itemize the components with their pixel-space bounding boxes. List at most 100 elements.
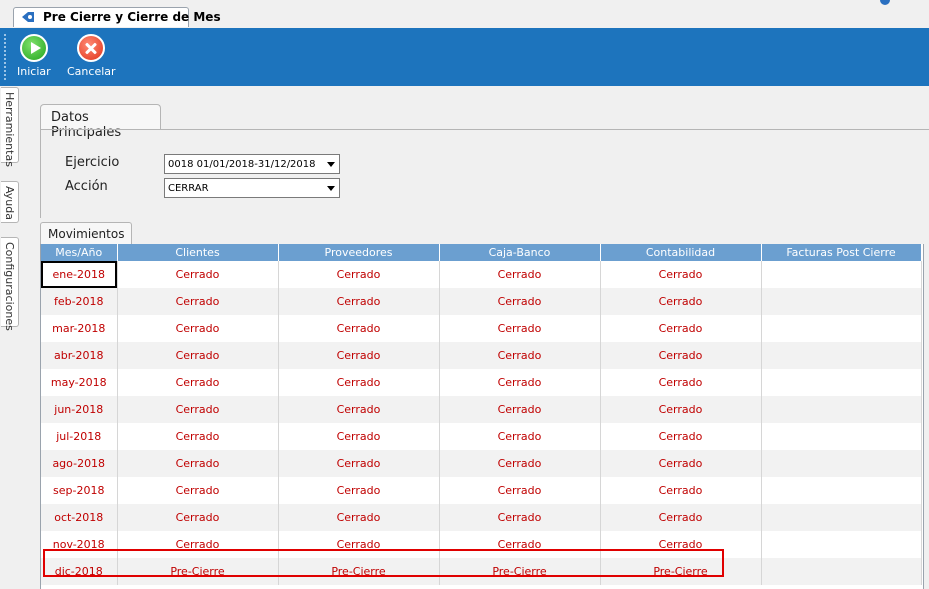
status-cell[interactable]	[761, 288, 922, 315]
status-cell[interactable]	[761, 423, 922, 450]
status-cell[interactable]: Cerrado	[117, 504, 279, 531]
accion-select[interactable]: CERRAR	[164, 178, 340, 198]
status-cell[interactable]: Cerrado	[439, 261, 601, 288]
tab-datos-principales[interactable]: Datos Principales	[40, 104, 161, 140]
table-row[interactable]: dic-2018 Pre-Cierre Pre-Cierre Pre-Cierre Pr…	[41, 558, 922, 585]
tab-movimientos[interactable]: Movimientos	[40, 222, 132, 244]
status-cell[interactable]: Cerrado	[439, 477, 601, 504]
status-cell[interactable]: Cerrado	[439, 450, 601, 477]
status-cell[interactable]: Cerrado	[117, 315, 279, 342]
table-row[interactable]: abr-2018 Cerrado Cerrado Cerrado Cerrado	[41, 342, 922, 369]
column-header[interactable]: Proveedores	[278, 244, 440, 261]
status-cell[interactable]: Cerrado	[117, 396, 279, 423]
document-tab[interactable]: Pre Cierre y Cierre de Mes	[13, 7, 221, 27]
status-cell[interactable]: Cerrado	[117, 288, 279, 315]
status-cell[interactable]	[761, 315, 922, 342]
side-tab-ayuda[interactable]: Ayuda	[1, 181, 19, 223]
month-cell[interactable]: sep-2018	[41, 477, 118, 504]
side-tab-configuraciones[interactable]: Configuraciones	[1, 237, 19, 331]
table-row[interactable]: jul-2018 Cerrado Cerrado Cerrado Cerrado	[41, 423, 922, 450]
status-cell[interactable]: Cerrado	[439, 423, 601, 450]
month-cell[interactable]: oct-2018	[41, 504, 118, 531]
table-row[interactable]: ene-2018 Cerrado Cerrado Cerrado Cerrado	[41, 261, 922, 288]
status-cell[interactable]: Cerrado	[600, 261, 762, 288]
status-cell[interactable]: Cerrado	[600, 288, 762, 315]
status-cell[interactable]: Cerrado	[439, 396, 601, 423]
status-cell[interactable]	[761, 477, 922, 504]
status-cell[interactable]: Cerrado	[439, 342, 601, 369]
status-cell[interactable]: Cerrado	[439, 531, 601, 558]
status-cell[interactable]: Cerrado	[439, 504, 601, 531]
status-cell[interactable]	[761, 369, 922, 396]
status-cell[interactable]: Cerrado	[117, 531, 279, 558]
status-cell[interactable]	[761, 531, 922, 558]
status-cell[interactable]: Cerrado	[117, 450, 279, 477]
column-header[interactable]: Mes/Año	[41, 244, 118, 261]
status-cell[interactable]: Pre-Cierre	[600, 558, 762, 585]
month-cell[interactable]: jun-2018	[41, 396, 118, 423]
start-button[interactable]: Iniciar	[17, 34, 51, 78]
status-cell[interactable]: Cerrado	[117, 423, 279, 450]
status-cell[interactable]: Cerrado	[600, 477, 762, 504]
status-cell[interactable]: Cerrado	[278, 477, 440, 504]
table-row[interactable]: feb-2018 Cerrado Cerrado Cerrado Cerrado	[41, 288, 922, 315]
status-cell[interactable]: Cerrado	[600, 504, 762, 531]
status-cell[interactable]: Cerrado	[439, 288, 601, 315]
column-header[interactable]: Caja-Banco	[439, 244, 601, 261]
month-cell[interactable]: may-2018	[41, 369, 118, 396]
status-cell[interactable]: Cerrado	[278, 342, 440, 369]
status-cell[interactable]: Cerrado	[439, 369, 601, 396]
status-cell[interactable]: Cerrado	[278, 450, 440, 477]
status-cell[interactable]: Pre-Cierre	[439, 558, 601, 585]
table-row[interactable]: may-2018 Cerrado Cerrado Cerrado Cerrado	[41, 369, 922, 396]
status-cell[interactable]: Cerrado	[600, 423, 762, 450]
table-row[interactable]: jun-2018 Cerrado Cerrado Cerrado Cerrado	[41, 396, 922, 423]
status-cell[interactable]: Cerrado	[278, 423, 440, 450]
status-cell[interactable]: Cerrado	[600, 315, 762, 342]
side-tab-herramientas[interactable]: Herramientas	[1, 87, 19, 167]
status-cell[interactable]: Cerrado	[117, 369, 279, 396]
table-row[interactable]: ago-2018 Cerrado Cerrado Cerrado Cerrado	[41, 450, 922, 477]
status-cell[interactable]	[761, 504, 922, 531]
ejercicio-select[interactable]: 0018 01/01/2018-31/12/2018	[164, 154, 340, 174]
month-cell[interactable]: mar-2018	[41, 315, 118, 342]
month-cell[interactable]: jul-2018	[41, 423, 118, 450]
month-cell[interactable]: abr-2018	[41, 342, 118, 369]
status-cell[interactable]: Cerrado	[439, 315, 601, 342]
month-cell[interactable]: nov-2018	[41, 531, 118, 558]
month-cell[interactable]: feb-2018	[41, 288, 118, 315]
status-cell[interactable]: Cerrado	[278, 504, 440, 531]
status-cell[interactable]: Pre-Cierre	[117, 558, 279, 585]
status-cell[interactable]: Cerrado	[278, 396, 440, 423]
table-row[interactable]: mar-2018 Cerrado Cerrado Cerrado Cerrado	[41, 315, 922, 342]
status-cell[interactable]: Cerrado	[278, 315, 440, 342]
status-cell[interactable]: Cerrado	[117, 342, 279, 369]
table-row[interactable]: sep-2018 Cerrado Cerrado Cerrado Cerrado	[41, 477, 922, 504]
status-cell[interactable]: Cerrado	[278, 369, 440, 396]
status-cell[interactable]: Cerrado	[117, 477, 279, 504]
status-cell[interactable]: Cerrado	[600, 342, 762, 369]
status-cell[interactable]: Cerrado	[600, 369, 762, 396]
table-row[interactable]: nov-2018 Cerrado Cerrado Cerrado Cerrado	[41, 531, 922, 558]
cancel-button[interactable]: Cancelar	[67, 34, 116, 78]
status-cell[interactable]	[761, 261, 922, 288]
month-cell[interactable]: ene-2018	[41, 261, 118, 288]
month-cell[interactable]: dic-2018	[41, 558, 118, 585]
status-cell[interactable]: Cerrado	[600, 396, 762, 423]
status-cell[interactable]: Cerrado	[278, 261, 440, 288]
status-cell[interactable]: Cerrado	[600, 531, 762, 558]
status-cell[interactable]: Cerrado	[278, 288, 440, 315]
status-cell[interactable]: Cerrado	[278, 531, 440, 558]
status-cell[interactable]	[761, 396, 922, 423]
status-cell[interactable]	[761, 450, 922, 477]
column-header[interactable]: Clientes	[117, 244, 279, 261]
status-cell[interactable]: Cerrado	[117, 261, 279, 288]
status-cell[interactable]	[761, 558, 922, 585]
help-icon[interactable]	[880, 0, 890, 5]
column-header[interactable]: Contabilidad	[600, 244, 762, 261]
column-header[interactable]: Facturas Post Cierre	[761, 244, 922, 261]
status-cell[interactable]: Pre-Cierre	[278, 558, 440, 585]
month-cell[interactable]: ago-2018	[41, 450, 118, 477]
status-cell[interactable]: Cerrado	[600, 450, 762, 477]
table-row[interactable]: oct-2018 Cerrado Cerrado Cerrado Cerrado	[41, 504, 922, 531]
